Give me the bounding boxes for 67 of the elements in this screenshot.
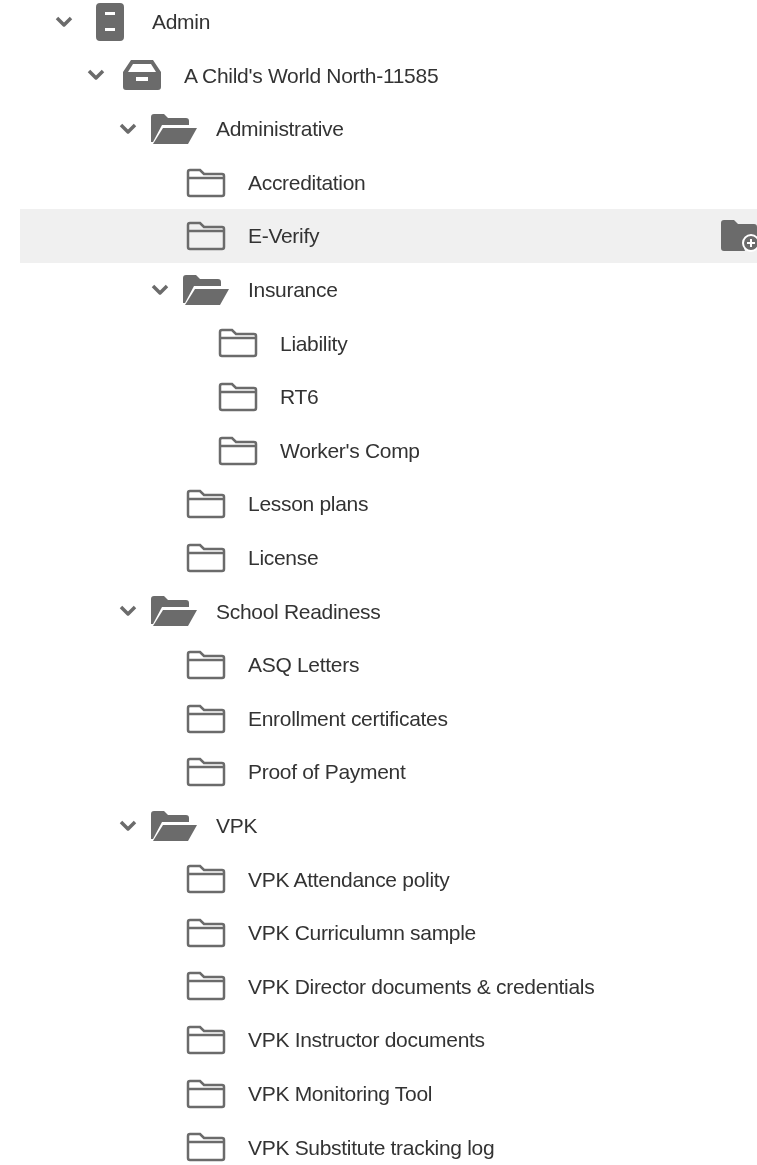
folder-icon	[186, 864, 226, 895]
folder-icon	[218, 328, 258, 359]
tree-item[interactable]: Insurance	[20, 262, 757, 317]
item-label: VPK Instructor documents	[248, 1027, 485, 1054]
item-label: ASQ Letters	[248, 652, 360, 679]
tree-item[interactable]: Enrollment certificates	[20, 691, 757, 746]
folder-icon	[186, 971, 226, 1002]
tree-item[interactable]: License	[20, 530, 757, 585]
tree-item[interactable]: VPK Curriculumn sample	[20, 906, 757, 960]
open-folder-icon	[151, 114, 197, 144]
open-folder-icon	[183, 274, 229, 305]
item-label: Insurance	[248, 277, 338, 303]
item-label: VPK Curriculumn sample	[248, 920, 476, 947]
open-folder-icon	[151, 810, 197, 841]
item-label: E-Verify	[248, 223, 320, 250]
folder-icon	[186, 1132, 226, 1163]
tree-item[interactable]: VPK Director documents & credentials	[20, 959, 757, 1014]
tree-item[interactable]: Admin	[20, 0, 757, 49]
open-folder-icon	[151, 596, 197, 627]
tree-item[interactable]: E-Verify	[20, 209, 757, 263]
item-label: School Readiness	[216, 598, 381, 625]
tree-item[interactable]: A Child's World North-11585	[20, 48, 757, 103]
item-label: Administrative	[216, 116, 344, 143]
item-label: License	[248, 545, 319, 571]
folder-icon	[186, 917, 226, 948]
folder-icon	[218, 435, 258, 466]
folder-icon	[186, 221, 226, 252]
folder-icon	[186, 489, 226, 520]
tree-item[interactable]: Proof of Payment	[20, 745, 757, 799]
item-label: VPK Director documents & credentials	[248, 973, 595, 1000]
item-label: VPK Substitute tracking log	[248, 1134, 495, 1161]
tree-item[interactable]: VPK Substitute tracking log	[20, 1120, 757, 1165]
folder-icon	[186, 757, 226, 788]
tree-item[interactable]: RT6	[20, 370, 757, 424]
cabinet-icon	[96, 2, 124, 41]
item-label: A Child's World North-11585	[184, 62, 439, 89]
item-label: Lesson plans	[248, 491, 369, 518]
item-label: VPK	[216, 812, 258, 839]
tree-item[interactable]: VPK Instructor documents	[20, 1013, 757, 1067]
item-label: Worker's Comp	[280, 437, 420, 464]
item-label: VPK Monitoring Tool	[248, 1080, 433, 1107]
item-label: Accreditation	[248, 169, 366, 196]
folder-icon	[218, 381, 258, 412]
folder-icon	[186, 1025, 226, 1056]
drawer-icon	[123, 60, 161, 91]
item-label: Liability	[280, 330, 348, 357]
item-label: Proof of Payment	[248, 759, 406, 786]
folder-icon	[186, 649, 226, 680]
tree-item[interactable]: School Readiness	[20, 584, 757, 639]
tree-item[interactable]: VPK Attendance polity	[20, 852, 757, 907]
tree-item[interactable]: Lesson plans	[20, 477, 757, 531]
item-label: VPK Attendance polity	[248, 866, 450, 893]
add-folder-icon[interactable]	[721, 220, 757, 253]
tree-item[interactable]: Accreditation	[20, 155, 757, 210]
tree-item[interactable]: ASQ Letters	[20, 638, 757, 692]
folder-icon	[186, 167, 226, 198]
tree-item[interactable]: VPK	[20, 798, 757, 853]
item-label: Admin	[152, 9, 211, 36]
tree-item[interactable]: Liability	[20, 316, 757, 371]
folder-icon	[186, 1078, 226, 1109]
tree-item[interactable]: Administrative	[20, 102, 757, 156]
tree-item[interactable]: VPK Monitoring Tool	[20, 1066, 757, 1121]
folder-icon	[186, 542, 226, 573]
item-label: RT6	[280, 384, 319, 411]
item-label: Enrollment certificates	[248, 705, 448, 732]
folder-icon	[186, 703, 226, 734]
tree-item[interactable]: Worker's Comp	[20, 423, 757, 478]
